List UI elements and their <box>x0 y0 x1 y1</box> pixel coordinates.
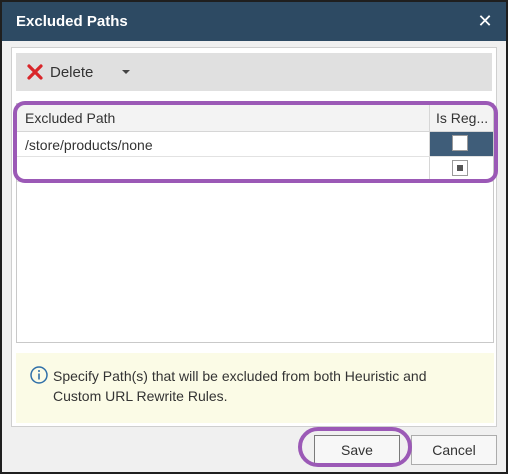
is-regex-checkbox[interactable] <box>452 135 468 151</box>
column-header-excluded-path[interactable]: Excluded Path <box>25 110 115 126</box>
delete-label: Delete <box>50 63 94 81</box>
delete-button[interactable]: Delete <box>26 60 93 84</box>
column-divider[interactable] <box>429 104 430 131</box>
toolbar: Delete <box>16 53 492 91</box>
new-row[interactable] <box>17 157 493 182</box>
column-header-is-regex[interactable]: Is Reg... <box>436 110 488 126</box>
excluded-paths-dialog: Excluded Paths ✕ Delete Excluded Path Is… <box>0 0 508 474</box>
info-text: Specify Path(s) that will be excluded fr… <box>53 368 427 404</box>
path-cell[interactable]: /store/products/none <box>25 137 153 153</box>
new-is-regex-checkbox[interactable] <box>452 160 468 176</box>
dialog-title: Excluded Paths <box>16 13 128 30</box>
dialog-titlebar: Excluded Paths ✕ <box>2 2 506 41</box>
x-icon <box>27 64 43 80</box>
is-regex-cell[interactable] <box>429 132 493 156</box>
new-is-regex-cell[interactable] <box>429 157 493 181</box>
content-panel: Delete Excluded Path Is Reg... /store/pr… <box>11 47 497 427</box>
table-row[interactable]: /store/products/none <box>17 132 493 157</box>
caret-down-icon[interactable] <box>119 65 133 79</box>
grid-header: Excluded Path Is Reg... <box>17 104 493 132</box>
save-button[interactable]: Save <box>314 435 400 465</box>
info-icon <box>30 366 48 384</box>
cancel-button[interactable]: Cancel <box>411 435 497 465</box>
excluded-paths-grid: Excluded Path Is Reg... /store/products/… <box>16 103 494 343</box>
close-icon[interactable]: ✕ <box>474 10 496 32</box>
info-box: Specify Path(s) that will be excluded fr… <box>16 353 494 423</box>
